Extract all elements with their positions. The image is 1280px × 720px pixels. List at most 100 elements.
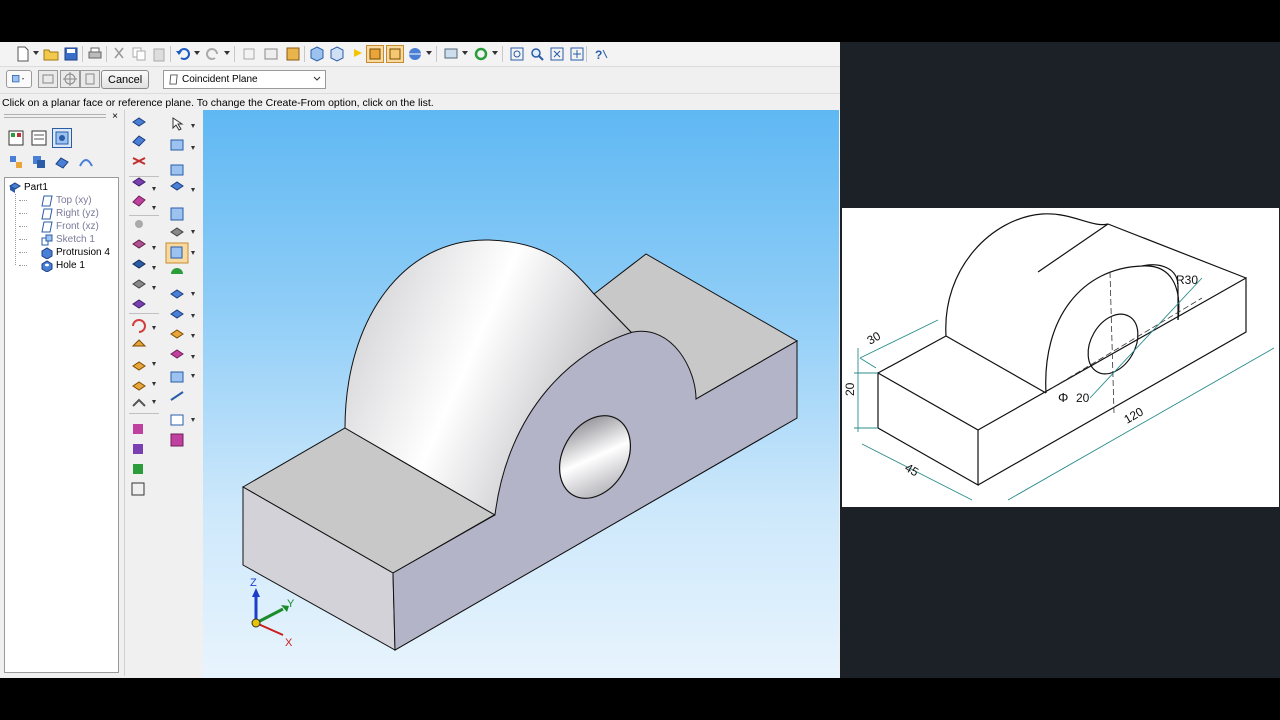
print-icon[interactable] <box>86 45 104 63</box>
center-lines <box>1051 271 1203 414</box>
reference-plane-icon[interactable] <box>132 117 146 127</box>
sweep-icon[interactable] <box>132 195 146 207</box>
protrusion-tool-icon[interactable] <box>132 135 146 147</box>
ref-plane-icon[interactable] <box>170 207 184 221</box>
create-from-dropdown[interactable]: Coincident Plane <box>163 70 326 89</box>
smart-sketch-icon[interactable] <box>170 139 184 151</box>
split-icon[interactable] <box>170 349 184 359</box>
dim-height-label: 20 <box>843 382 857 396</box>
boolean-icon[interactable] <box>131 482 145 496</box>
features-toolbar <box>124 110 203 676</box>
tree-node-hole[interactable]: Hole 1 <box>19 259 85 272</box>
extrude-icon[interactable] <box>170 181 184 191</box>
copy-part-icon[interactable] <box>133 444 143 454</box>
family-icon[interactable] <box>6 152 26 172</box>
copy-icon[interactable] <box>130 45 148 63</box>
dim-depth-label: 30 <box>865 329 884 348</box>
dim-hole-label: 20 <box>1076 391 1090 405</box>
view-iso-icon[interactable] <box>308 45 326 63</box>
hole-icon <box>41 259 53 272</box>
trim-icon[interactable] <box>170 371 184 383</box>
feature-column-1 <box>131 117 147 496</box>
shaded-edges-icon[interactable] <box>386 45 404 63</box>
assembly-icon[interactable] <box>29 152 49 172</box>
tree-node-protrusion[interactable]: Protrusion 4 <box>19 246 110 259</box>
layers-icon[interactable] <box>29 128 49 148</box>
display-icon[interactable] <box>442 45 460 63</box>
tree-node-front-plane[interactable]: Front (xz) <box>19 220 99 233</box>
main-toolbar: ? <box>0 42 840 67</box>
surface-icon[interactable] <box>171 268 183 274</box>
tree-node-sketch[interactable]: Sketch 1 <box>19 233 95 246</box>
tree-node-top-plane[interactable]: Top (xy) <box>19 194 92 207</box>
cut-tool-icon[interactable] <box>132 157 146 165</box>
help-icon[interactable]: ? <box>592 45 610 63</box>
save-icon[interactable] <box>62 45 80 63</box>
select-plane-icon[interactable] <box>38 70 58 88</box>
new-icon[interactable] <box>14 45 32 63</box>
coordinate-icon[interactable] <box>170 227 184 237</box>
feature-tree-icon[interactable] <box>6 128 26 148</box>
properties-icon[interactable] <box>262 45 280 63</box>
library-icon[interactable] <box>52 128 72 148</box>
chamfer-icon[interactable] <box>131 339 147 347</box>
round-icon[interactable] <box>132 319 146 333</box>
open-icon[interactable] <box>42 45 60 63</box>
zoom-icon[interactable] <box>528 45 546 63</box>
draft-icon[interactable] <box>132 361 146 371</box>
triad-x-label: X <box>285 637 293 649</box>
pan-icon[interactable] <box>568 45 586 63</box>
fit-icon[interactable] <box>548 45 566 63</box>
revolve-icon[interactable] <box>132 177 146 187</box>
view-front-icon[interactable] <box>328 45 346 63</box>
pin-icon[interactable] <box>348 45 366 63</box>
cancel-button[interactable]: Cancel <box>101 70 149 89</box>
tree-node-part1[interactable]: Part1 <box>9 181 48 194</box>
refresh-icon[interactable] <box>472 45 490 63</box>
add-body-icon[interactable] <box>133 464 143 474</box>
bluesurf-icon[interactable] <box>170 309 184 319</box>
shaded-view-icon[interactable] <box>366 45 384 63</box>
options-icon[interactable] <box>6 70 32 88</box>
part-icon <box>9 181 21 193</box>
dim-width-label: 45 <box>903 460 922 479</box>
rib-icon[interactable] <box>132 259 146 269</box>
project-icon[interactable] <box>170 414 184 426</box>
paste-icon[interactable] <box>150 45 168 63</box>
plane-icon <box>169 74 178 85</box>
web-icon[interactable] <box>132 279 146 289</box>
sketch-icon <box>41 234 53 245</box>
zoom-area-icon[interactable] <box>508 45 526 63</box>
drawing-outline <box>877 213 1247 487</box>
model-viewport[interactable]: Z Y X <box>203 110 839 678</box>
intersect-icon[interactable] <box>170 433 184 447</box>
sketch-tool-icon[interactable] <box>170 164 184 176</box>
hole-tool-icon[interactable] <box>135 220 143 228</box>
isometric-drawing: 30 20 45 120 R30 Φ 20 <box>843 213 1275 501</box>
part-model[interactable] <box>241 239 799 651</box>
offset-icon[interactable] <box>170 329 184 339</box>
cut-icon[interactable] <box>110 45 128 63</box>
thin-wall-icon[interactable] <box>132 381 146 391</box>
chevron-down-icon <box>313 76 321 81</box>
thread-icon[interactable] <box>132 239 146 249</box>
close-icon[interactable]: × <box>110 112 120 122</box>
redo-icon[interactable] <box>204 45 222 63</box>
sensors-icon[interactable] <box>76 152 96 172</box>
target-icon[interactable] <box>60 70 80 88</box>
parts-icon[interactable] <box>52 152 72 172</box>
curve-icon[interactable] <box>170 391 184 401</box>
pattern-icon[interactable] <box>132 398 146 407</box>
tools-icon[interactable] <box>284 45 302 63</box>
plane-icon <box>41 195 53 206</box>
lip-icon[interactable] <box>132 299 146 309</box>
mirror-icon[interactable] <box>133 424 143 434</box>
blend-icon[interactable] <box>170 289 184 299</box>
undo-icon[interactable] <box>174 45 192 63</box>
tree-node-right-plane[interactable]: Right (yz) <box>19 207 99 220</box>
sketch-icon[interactable] <box>240 45 258 63</box>
orientation-icon[interactable] <box>80 70 100 88</box>
sphere-icon[interactable] <box>406 45 424 63</box>
select-tool-icon[interactable] <box>172 117 184 131</box>
feature-tree: Part1 Top (xy) Right (yz) Front (xz) Ske… <box>4 177 119 673</box>
